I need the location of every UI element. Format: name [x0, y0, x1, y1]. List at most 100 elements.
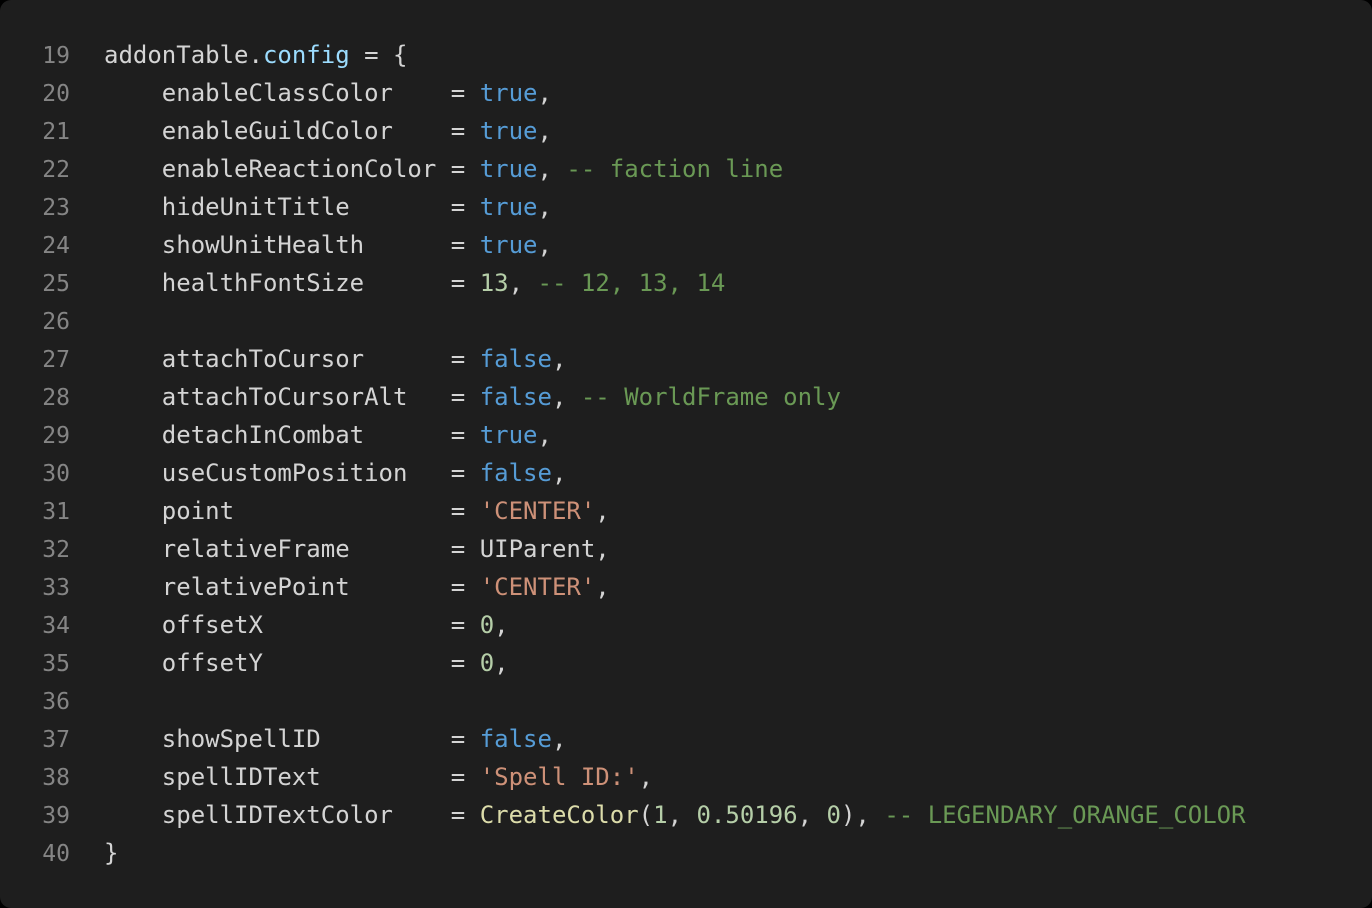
token-plain: showUnitHealth — [104, 231, 437, 259]
token-number: 13 — [479, 269, 509, 297]
token-plain: spellIDTextColor — [104, 801, 437, 829]
token-punct: ), — [840, 801, 885, 829]
token-punct: , — [537, 193, 552, 221]
token-punct: , — [537, 117, 552, 145]
token-plain: enableClassColor — [104, 79, 437, 107]
code-line[interactable]: 24 showUnitHealth = true, — [0, 226, 1372, 264]
token-plain: = — [436, 231, 480, 259]
token-plain: = — [436, 763, 480, 791]
code-line-text[interactable] — [70, 302, 118, 340]
token-comment: -- 12, 13, 14 — [537, 269, 726, 297]
token-keyword: true — [479, 79, 538, 107]
code-line[interactable]: 38 spellIDText = 'Spell ID:', — [0, 758, 1372, 796]
token-keyword: false — [479, 383, 552, 411]
token-plain: = — [436, 79, 480, 107]
token-number: 0 — [479, 611, 495, 639]
token-punct: , — [595, 573, 610, 601]
token-plain: addonTable — [104, 41, 249, 69]
line-number: 35 — [42, 651, 70, 677]
line-number: 36 — [42, 689, 70, 715]
token-keyword: true — [479, 155, 538, 183]
code-line-text[interactable]: enableClassColor = true, — [70, 74, 552, 112]
code-line[interactable]: 36 — [0, 682, 1372, 720]
code-line[interactable]: 32 relativeFrame = UIParent, — [0, 530, 1372, 568]
code-line-text[interactable]: offsetY = 0, — [70, 644, 509, 682]
line-number: 33 — [42, 575, 70, 601]
code-line-text[interactable]: } — [70, 834, 118, 872]
code-line-text[interactable]: spellIDText = 'Spell ID:', — [70, 758, 653, 796]
code-line[interactable]: 26 — [0, 302, 1372, 340]
code-line[interactable]: 19 addonTable.config = { — [0, 36, 1372, 74]
code-line-text[interactable]: detachInCombat = true, — [70, 416, 552, 454]
code-editor-panel: 19 addonTable.config = {20 enableClassCol… — [0, 0, 1372, 908]
token-plain: enableGuildColor — [104, 117, 437, 145]
line-number: 29 — [42, 423, 70, 449]
code-line-text[interactable]: showSpellID = false, — [70, 720, 567, 758]
token-plain: offsetY — [104, 649, 437, 677]
token-keyword: false — [479, 725, 552, 753]
code-line[interactable]: 30 useCustomPosition = false, — [0, 454, 1372, 492]
code-line[interactable]: 28 attachToCursorAlt = false, -- WorldFr… — [0, 378, 1372, 416]
token-string: 'CENTER' — [479, 573, 596, 601]
code-content-area[interactable]: 19 addonTable.config = {20 enableClassCol… — [0, 36, 1372, 872]
token-punct: . — [248, 41, 263, 69]
token-punct: , — [551, 459, 567, 487]
token-plain: = — [436, 421, 480, 449]
code-line-text[interactable]: attachToCursor = false, — [70, 340, 567, 378]
code-line-text[interactable] — [70, 682, 118, 720]
token-plain: UIParent — [479, 535, 596, 563]
code-line[interactable]: 37 showSpellID = false, — [0, 720, 1372, 758]
token-plain: = { — [349, 41, 408, 69]
token-plain: = — [436, 535, 480, 563]
code-line[interactable]: 21 enableGuildColor = true, — [0, 112, 1372, 150]
token-keyword: false — [479, 459, 552, 487]
code-line-text[interactable]: useCustomPosition = false, — [70, 454, 567, 492]
code-line-text[interactable]: spellIDTextColor = CreateColor(1, 0.5019… — [70, 796, 1246, 834]
line-number: 31 — [42, 499, 70, 525]
line-number: 26 — [42, 309, 70, 335]
code-line[interactable]: 39 spellIDTextColor = CreateColor(1, 0.5… — [0, 796, 1372, 834]
code-line-text[interactable]: healthFontSize = 13, -- 12, 13, 14 — [70, 264, 726, 302]
code-line[interactable]: 35 offsetY = 0, — [0, 644, 1372, 682]
token-string: 'Spell ID:' — [479, 763, 639, 791]
token-plain: useCustomPosition — [104, 459, 437, 487]
code-line-text[interactable]: attachToCursorAlt = false, -- WorldFrame… — [70, 378, 841, 416]
code-line[interactable]: 23 hideUnitTitle = true, — [0, 188, 1372, 226]
code-line-text[interactable]: offsetX = 0, — [70, 606, 509, 644]
token-punct: , — [537, 231, 552, 259]
code-line-text[interactable]: enableGuildColor = true, — [70, 112, 552, 150]
token-plain: spellIDText — [104, 763, 437, 791]
token-punct: , — [638, 763, 654, 791]
token-punct: , — [494, 611, 509, 639]
code-line[interactable]: 34 offsetX = 0, — [0, 606, 1372, 644]
code-line[interactable]: 20 enableClassColor = true, — [0, 74, 1372, 112]
line-number: 34 — [42, 613, 70, 639]
token-punct: , — [595, 497, 610, 525]
code-line[interactable]: 40} — [0, 834, 1372, 872]
token-keyword: true — [479, 117, 538, 145]
token-punct: , — [595, 535, 610, 563]
code-line-text[interactable]: relativePoint = 'CENTER', — [70, 568, 610, 606]
line-number: 25 — [42, 271, 70, 297]
code-line-text[interactable]: hideUnitTitle = true, — [70, 188, 552, 226]
line-number: 23 — [42, 195, 70, 221]
token-plain: = — [436, 497, 480, 525]
token-keyword: false — [479, 345, 552, 373]
code-line[interactable]: 25 healthFontSize = 13, -- 12, 13, 14 — [0, 264, 1372, 302]
code-line-text[interactable]: addonTable.config = { — [70, 36, 407, 74]
code-line-text[interactable]: enableReactionColor = true, -- faction l… — [70, 150, 783, 188]
code-line[interactable]: 27 attachToCursor = false, — [0, 340, 1372, 378]
code-line-text[interactable]: relativeFrame = UIParent, — [70, 530, 610, 568]
line-number: 37 — [42, 727, 70, 753]
code-line[interactable]: 31 point = 'CENTER', — [0, 492, 1372, 530]
line-number: 19 — [42, 43, 70, 69]
code-line[interactable]: 29 detachInCombat = true, — [0, 416, 1372, 454]
line-number: 21 — [42, 119, 70, 145]
token-number: 1 — [653, 801, 668, 829]
code-line-text[interactable]: point = 'CENTER', — [70, 492, 610, 530]
token-plain: enableReactionColor — [104, 155, 437, 183]
code-line[interactable]: 33 relativePoint = 'CENTER', — [0, 568, 1372, 606]
code-line-text[interactable]: showUnitHealth = true, — [70, 226, 552, 264]
code-line[interactable]: 22 enableReactionColor = true, -- factio… — [0, 150, 1372, 188]
line-number: 32 — [42, 537, 70, 563]
